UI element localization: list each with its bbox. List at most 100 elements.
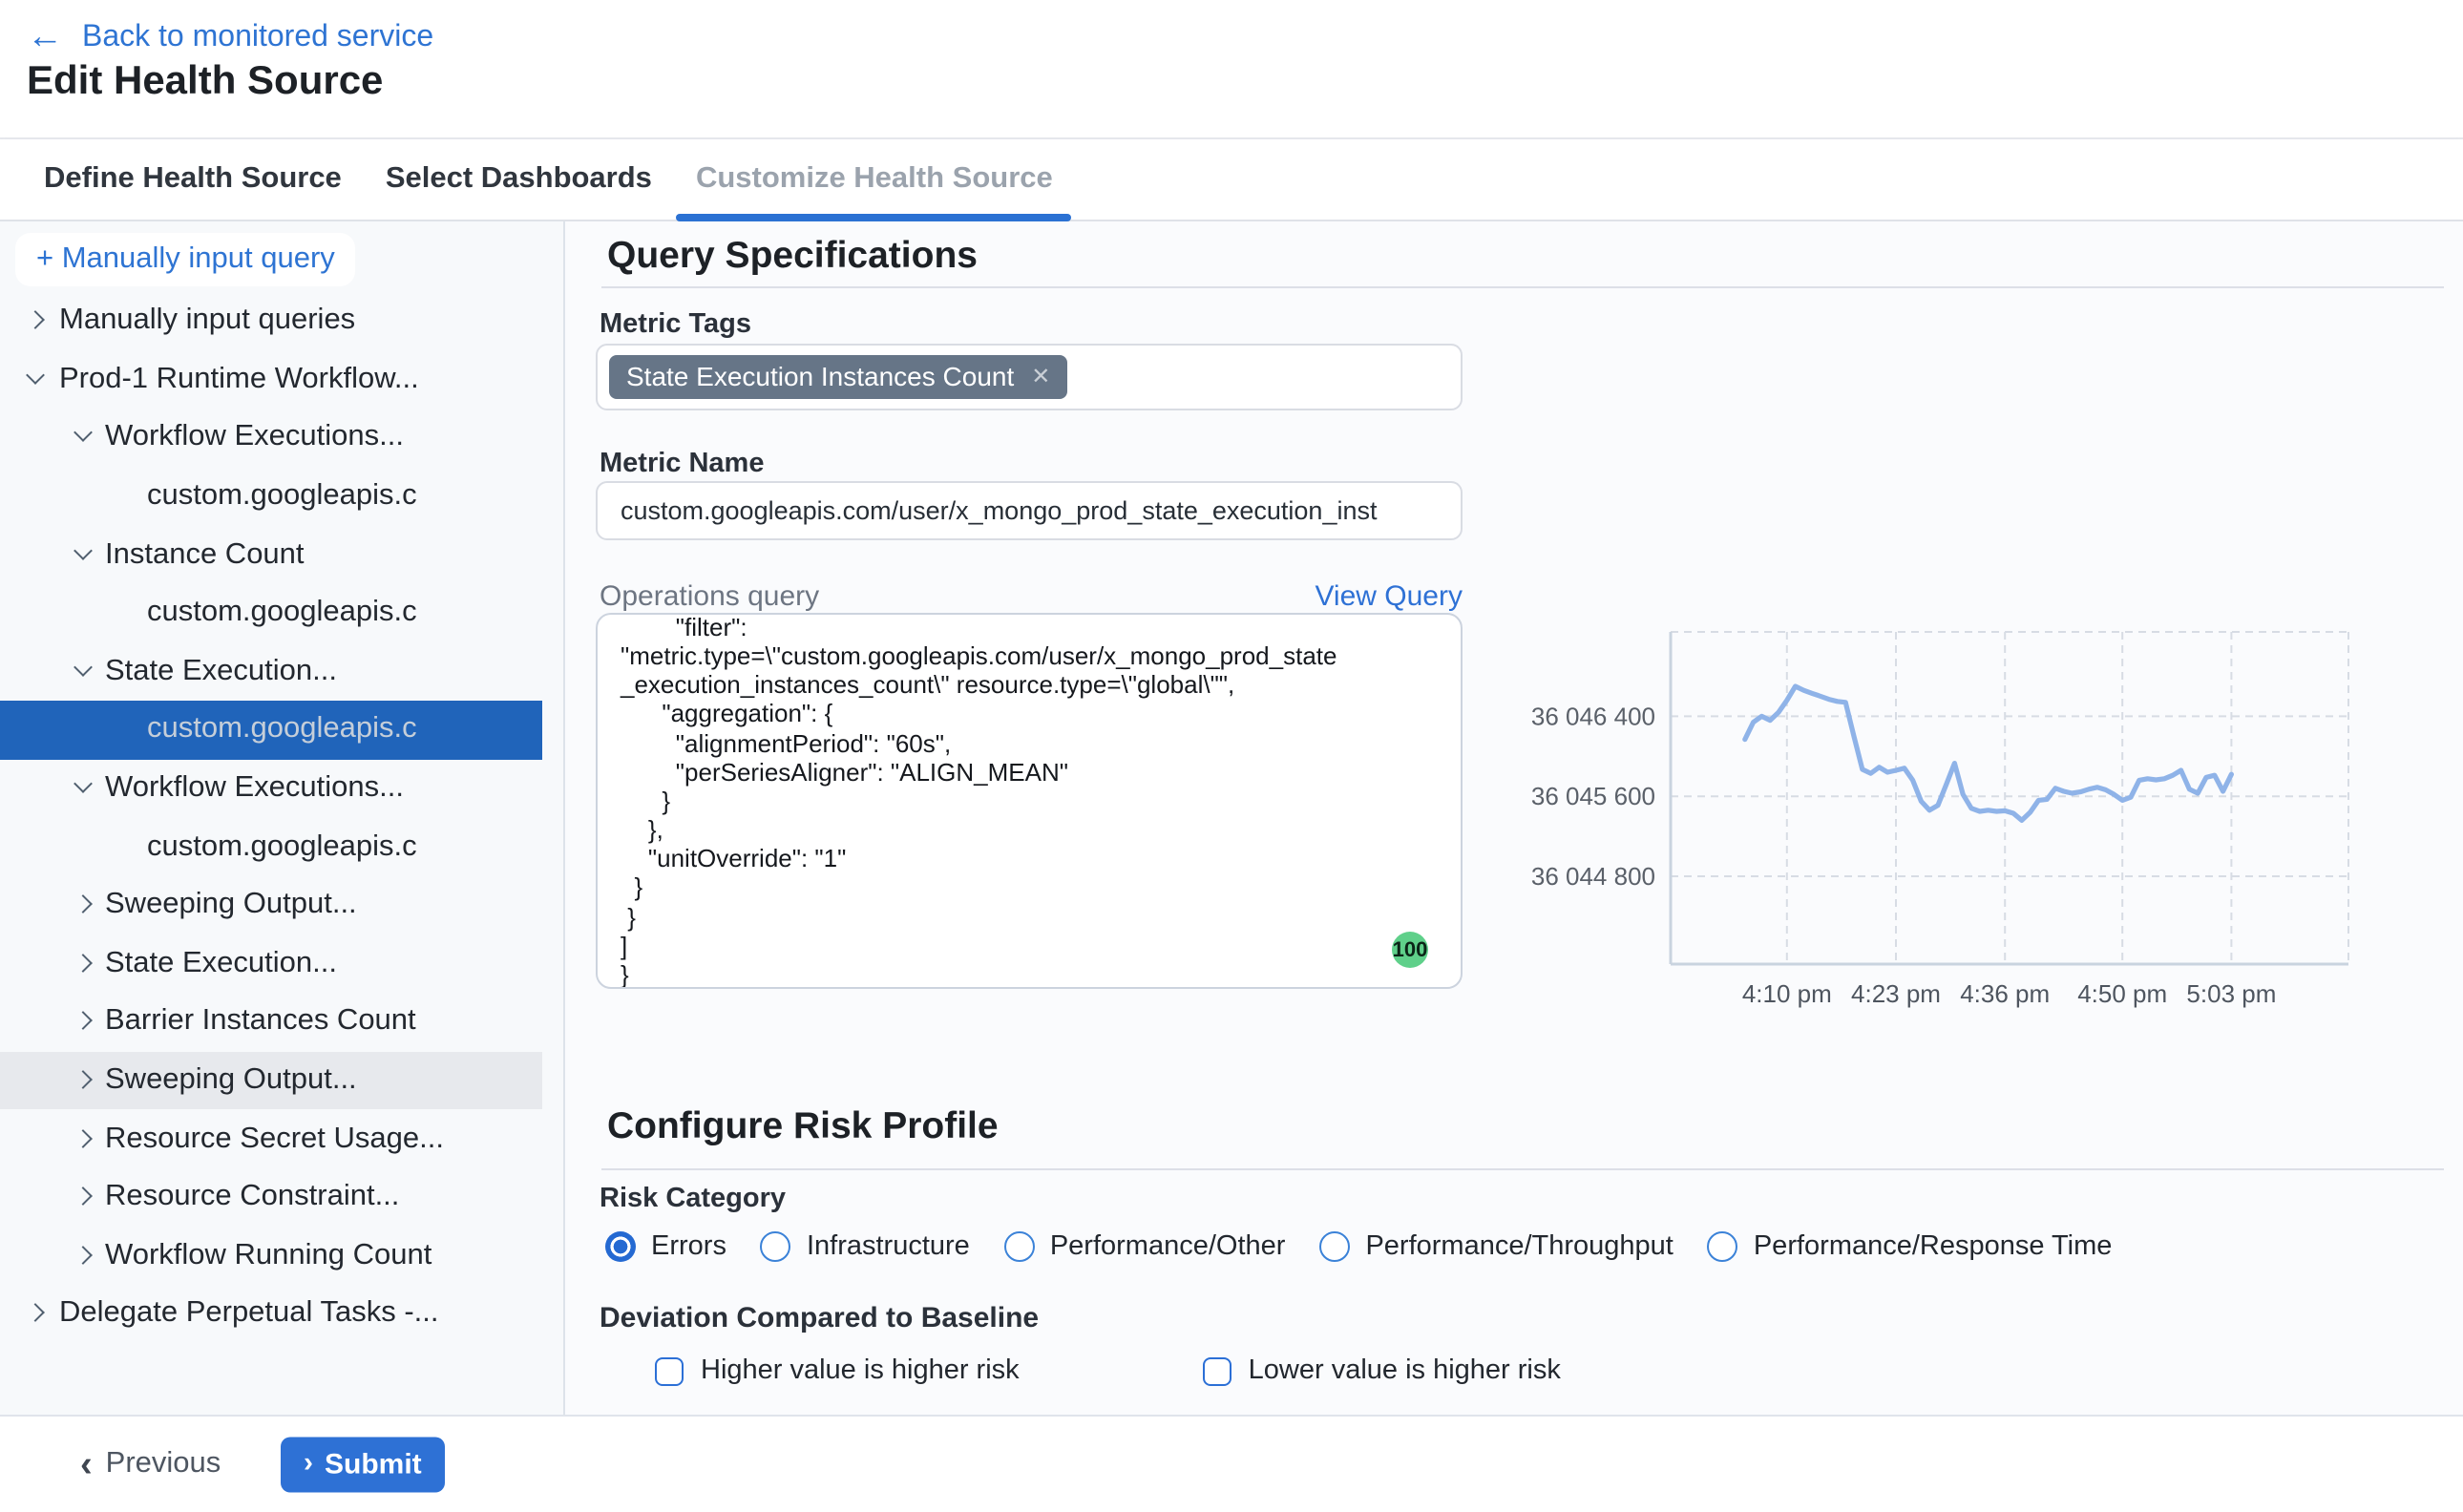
query-tree: Manually input queries Prod-1 Runtime Wor… [0,292,542,1343]
tree-item[interactable]: Prod-1 Runtime Workflow... [0,350,542,409]
tree-item-label: Instance Count [105,537,305,572]
risk-option-label: Performance/Throughput [1365,1231,1673,1262]
view-query-link[interactable]: View Query [1315,580,1463,613]
back-arrow-icon: ← [27,21,63,55]
chevron-down-icon[interactable] [73,545,92,564]
risk-option-performance-throughput[interactable]: Performance/Throughput [1319,1231,1673,1262]
section-title-configure-risk-profile: Configure Risk Profile [607,1105,999,1149]
tree-item[interactable]: custom.googleapis.co [0,701,542,759]
tree-item-label: Manually input queries [59,304,355,339]
metric-preview-chart: 36 046 400 36 045 600 36 044 800 4:10 pm 4:2… [1510,620,2389,1031]
metric-tags-label: Metric Tags [600,309,751,340]
divider [601,286,2444,288]
risk-option-errors[interactable]: Errors [605,1231,726,1262]
tab-define-health-source[interactable]: Define Health Source [25,139,361,220]
deviation-option-label: Higher value is higher risk [701,1355,1020,1386]
submit-button-label: Submit [325,1448,422,1480]
tree-item-label: custom.googleapis.co [147,479,416,514]
chevron-down-icon[interactable] [73,779,92,798]
chevron-down-icon[interactable] [73,662,92,682]
tree-item[interactable]: Sweeping Output... [0,1051,542,1109]
risk-option-performance-other[interactable]: Performance/Other [1004,1231,1286,1262]
svg-text:4:50 pm: 4:50 pm [2077,979,2167,1008]
tree-item[interactable]: custom.googleapis.co [0,584,542,642]
radio-icon[interactable] [761,1231,791,1262]
back-link[interactable]: ← Back to monitored service [27,21,433,55]
app: ← Back to monitored service Edit Health … [0,0,2463,1512]
radio-icon[interactable] [1708,1231,1738,1262]
tabbar: Define Health SourceSelect DashboardsCus… [0,139,2463,221]
deviation-option-lower-value-is-higher-risk[interactable]: Lower value is higher risk [1203,1355,1561,1386]
chevron-right-icon[interactable] [25,312,44,331]
chevron-right-icon[interactable] [25,1305,44,1324]
tree-item-label: Delegate Perpetual Tasks -... [59,1297,439,1332]
metric-name-input[interactable]: custom.googleapis.com/user/x_mongo_prod_… [596,481,1463,540]
risk-option-performance-response-time[interactable]: Performance/Response Time [1708,1231,2113,1262]
section-title-query-specifications: Query Specifications [607,235,978,279]
tree-item-label: Resource Constraint... [105,1180,399,1214]
tab-customize-health-source[interactable]: Customize Health Source [677,139,1072,220]
tree-item[interactable]: State Execution... [0,934,542,993]
tree-item-label: Sweeping Output... [105,1063,357,1098]
tree-item[interactable]: Instance Count [0,526,542,584]
chevron-right-icon[interactable] [73,1129,92,1148]
header: ← Back to monitored service Edit Health … [0,0,2463,139]
metric-tags-input[interactable]: State Execution Instances Count ✕ [596,344,1463,410]
radio-selected-icon[interactable] [605,1231,636,1262]
tree-item[interactable]: Sweeping Output... [0,876,542,934]
svg-text:36 045 600: 36 045 600 [1531,782,1655,810]
tab-select-dashboards[interactable]: Select Dashboards [367,139,671,220]
chevron-right-icon[interactable] [73,955,92,974]
tree-item[interactable]: Workflow Executions... [0,760,542,818]
tree-item[interactable]: Resource Constraint... [0,1168,542,1227]
checkbox-icon[interactable] [1203,1356,1232,1385]
risk-category-options: Errors Infrastructure Performance/Other Per… [605,1231,2112,1262]
tree-item-label: Workflow Executions... [105,421,404,455]
tree-item[interactable]: Workflow Running Count [0,1227,542,1285]
tree-item[interactable]: Barrier Instances Count [0,993,542,1051]
chevron-down-icon[interactable] [25,370,44,389]
checkbox-icon[interactable] [655,1356,684,1385]
risk-option-infrastructure[interactable]: Infrastructure [761,1231,970,1262]
tree-item-label: Workflow Running Count [105,1239,432,1273]
operations-query-editor[interactable]: "filter": "metric.type=\"custom.googleap… [596,613,1463,989]
svg-text:4:23 pm: 4:23 pm [1851,979,1941,1008]
risk-option-label: Performance/Other [1050,1231,1286,1262]
metric-tag-chip-label: State Execution Instances Count [626,355,1014,399]
svg-text:36 044 800: 36 044 800 [1531,862,1655,891]
tree-item[interactable]: custom.googleapis.co [0,818,542,876]
chevron-right-icon[interactable] [73,1071,92,1090]
risk-category-label: Risk Category [600,1184,786,1214]
tree-item[interactable]: Resource Secret Usage... [0,1110,542,1168]
footer: ‹ Previous › Submit [0,1415,2463,1512]
metric-name-label: Metric Name [600,449,764,479]
chevron-right-icon[interactable] [73,895,92,914]
svg-text:36 046 400: 36 046 400 [1531,702,1655,730]
radio-icon[interactable] [1004,1231,1035,1262]
tree-item-label: Barrier Instances Count [105,1005,416,1040]
tree-item-label: Workflow Executions... [105,771,404,806]
tree-item-label: Sweeping Output... [105,888,357,922]
add-query-button[interactable]: + Manually input query [15,233,356,286]
svg-text:4:36 pm: 4:36 pm [1960,979,2050,1008]
chevron-right-icon[interactable] [73,1013,92,1032]
deviation-option-higher-value-is-higher-risk[interactable]: Higher value is higher risk [655,1355,1020,1386]
chevron-down-icon[interactable] [73,429,92,448]
chevron-right-icon[interactable] [73,1187,92,1207]
previous-button[interactable]: ‹ Previous [80,1447,221,1481]
main-panel: Query Specifications Metric Tags State E… [565,221,2463,1415]
tree-item[interactable]: Delegate Perpetual Tasks -... [0,1285,542,1343]
tree-item[interactable]: custom.googleapis.co [0,468,542,526]
submit-button[interactable]: › Submit [281,1438,445,1492]
previous-button-label: Previous [106,1447,221,1481]
tree-item[interactable]: State Execution... [0,642,542,701]
risk-option-label: Infrastructure [807,1231,970,1262]
tree-item[interactable]: Workflow Executions... [0,409,542,467]
chevron-right-icon[interactable] [73,1247,92,1266]
svg-text:4:10 pm: 4:10 pm [1742,979,1832,1008]
deviation-options: Higher value is higher risk Lower value i… [565,1355,1561,1386]
chevron-right-icon: › [304,1451,313,1478]
tree-item[interactable]: Manually input queries [0,292,542,350]
remove-tag-icon[interactable]: ✕ [1031,355,1050,399]
radio-icon[interactable] [1319,1231,1350,1262]
